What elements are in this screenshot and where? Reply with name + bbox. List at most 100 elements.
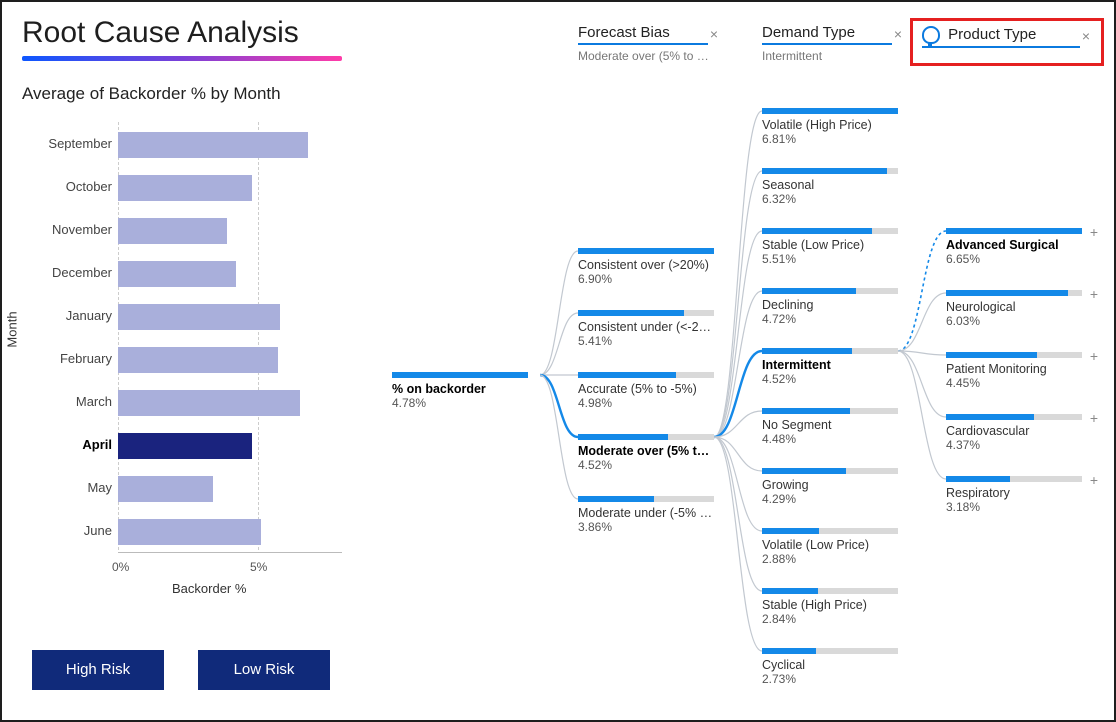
node-bar xyxy=(392,372,528,378)
node-bar xyxy=(762,648,898,654)
expand-icon[interactable]: + xyxy=(1090,224,1098,240)
y-axis-label: Month xyxy=(5,311,20,347)
bar-label: February xyxy=(22,351,112,366)
bar-label: November xyxy=(22,222,112,237)
tree-node[interactable]: Cyclical2.73% xyxy=(762,648,898,686)
crumb-sub: Moderate over (5% to … xyxy=(578,49,718,63)
node-pct: 4.48% xyxy=(762,432,898,446)
node-pct: 4.52% xyxy=(762,372,898,386)
node-name: % on backorder xyxy=(392,382,540,396)
expand-icon[interactable]: + xyxy=(1090,286,1098,302)
node-name: Volatile (High Price) xyxy=(762,118,898,132)
close-icon[interactable]: × xyxy=(710,26,718,42)
node-bar xyxy=(578,496,714,502)
bar-chart-title: Average of Backorder % by Month xyxy=(22,84,281,104)
node-name: Stable (Low Price) xyxy=(762,238,898,252)
node-name: No Segment xyxy=(762,418,898,432)
expand-icon[interactable]: + xyxy=(1090,472,1098,488)
bar-rect xyxy=(118,476,213,502)
node-pct: 4.45% xyxy=(946,376,1082,390)
bar-label: May xyxy=(22,480,112,495)
node-bar xyxy=(762,588,898,594)
tree-node[interactable]: Volatile (High Price)6.81% xyxy=(762,108,898,146)
expand-icon[interactable]: + xyxy=(1090,348,1098,364)
bar-label: October xyxy=(22,179,112,194)
node-name: Volatile (Low Price) xyxy=(762,538,898,552)
node-pct: 4.72% xyxy=(762,312,898,326)
crumb-underline xyxy=(578,43,708,45)
bar-label: June xyxy=(22,523,112,538)
node-name: Moderate under (-5% … xyxy=(578,506,714,520)
tree-node[interactable]: Seasonal6.32% xyxy=(762,168,898,206)
node-pct: 5.41% xyxy=(578,334,714,348)
low-risk-button[interactable]: Low Risk xyxy=(198,650,330,690)
node-pct: 2.88% xyxy=(762,552,898,566)
crumb-demand-type[interactable]: Demand Type × Intermittent xyxy=(762,24,902,63)
crumb-sub: Intermittent xyxy=(762,49,902,63)
tree-node[interactable]: Stable (High Price)2.84% xyxy=(762,588,898,626)
node-bar xyxy=(762,168,898,174)
node-bar xyxy=(578,310,714,316)
close-icon[interactable]: × xyxy=(1082,28,1090,44)
crumb-underline xyxy=(922,46,1080,48)
tree-node[interactable]: Intermittent4.52% xyxy=(762,348,898,386)
expand-icon[interactable]: + xyxy=(1090,410,1098,426)
node-name: Cyclical xyxy=(762,658,898,672)
tree-node[interactable]: Moderate over (5% t…4.52% xyxy=(578,434,714,472)
crumb-forecast-bias[interactable]: Forecast Bias × Moderate over (5% to … xyxy=(578,24,718,63)
close-icon[interactable]: × xyxy=(894,26,902,42)
page-title: Root Cause Analysis xyxy=(22,16,299,50)
bar-label: January xyxy=(22,308,112,323)
node-name: Consistent under (<-2… xyxy=(578,320,714,334)
node-bar xyxy=(578,372,714,378)
tree-node[interactable]: Respiratory3.18%+ xyxy=(946,476,1082,514)
tree-node[interactable]: Moderate under (-5% …3.86% xyxy=(578,496,714,534)
node-pct: 6.32% xyxy=(762,192,898,206)
crumb-label: Forecast Bias xyxy=(578,24,670,41)
node-bar xyxy=(578,248,714,254)
x-tick-5: 5% xyxy=(250,560,267,574)
node-pct: 3.18% xyxy=(946,500,1082,514)
bar-chart[interactable]: Month Backorder % 0% 5% SeptemberOctober… xyxy=(22,122,342,582)
node-name: Cardiovascular xyxy=(946,424,1082,438)
tree-node[interactable]: Growing4.29% xyxy=(762,468,898,506)
root-node[interactable]: % on backorder 4.78% xyxy=(392,372,540,410)
node-name: Advanced Surgical xyxy=(946,238,1082,252)
tree-node[interactable]: Patient Monitoring4.45%+ xyxy=(946,352,1082,390)
node-bar xyxy=(762,228,898,234)
title-underline xyxy=(22,56,342,61)
tree-node[interactable]: Consistent over (>20%)6.90% xyxy=(578,248,714,286)
tree-node[interactable]: Advanced Surgical6.65%+ xyxy=(946,228,1082,266)
x-axis-label: Backorder % xyxy=(172,581,246,596)
tree-node[interactable]: Declining4.72% xyxy=(762,288,898,326)
tree-node[interactable]: Volatile (Low Price)2.88% xyxy=(762,528,898,566)
tree-node[interactable]: Stable (Low Price)5.51% xyxy=(762,228,898,266)
crumb-underline xyxy=(762,43,892,45)
node-bar xyxy=(946,228,1082,234)
node-name: Patient Monitoring xyxy=(946,362,1082,376)
node-bar xyxy=(762,528,898,534)
crumb-product-type[interactable]: Product Type × xyxy=(922,26,1090,48)
high-risk-button[interactable]: High Risk xyxy=(32,650,164,690)
tree-node[interactable]: Consistent under (<-2…5.41% xyxy=(578,310,714,348)
node-pct: 2.73% xyxy=(762,672,898,686)
bar-label: December xyxy=(22,265,112,280)
tree-node[interactable]: Neurological6.03%+ xyxy=(946,290,1082,328)
node-bar xyxy=(762,408,898,414)
node-bar xyxy=(762,108,898,114)
x-tick-0: 0% xyxy=(112,560,129,574)
node-pct: 4.29% xyxy=(762,492,898,506)
bar-rect xyxy=(118,390,300,416)
tree-node[interactable]: Accurate (5% to -5%)4.98% xyxy=(578,372,714,410)
bar-rect xyxy=(118,304,280,330)
bar-label: March xyxy=(22,394,112,409)
node-bar xyxy=(946,414,1082,420)
node-pct: 5.51% xyxy=(762,252,898,266)
bar-rect xyxy=(118,433,252,459)
node-bar xyxy=(946,476,1082,482)
node-pct: 2.84% xyxy=(762,612,898,626)
node-bar xyxy=(578,434,714,440)
node-pct: 6.81% xyxy=(762,132,898,146)
tree-node[interactable]: No Segment4.48% xyxy=(762,408,898,446)
tree-node[interactable]: Cardiovascular4.37%+ xyxy=(946,414,1082,452)
